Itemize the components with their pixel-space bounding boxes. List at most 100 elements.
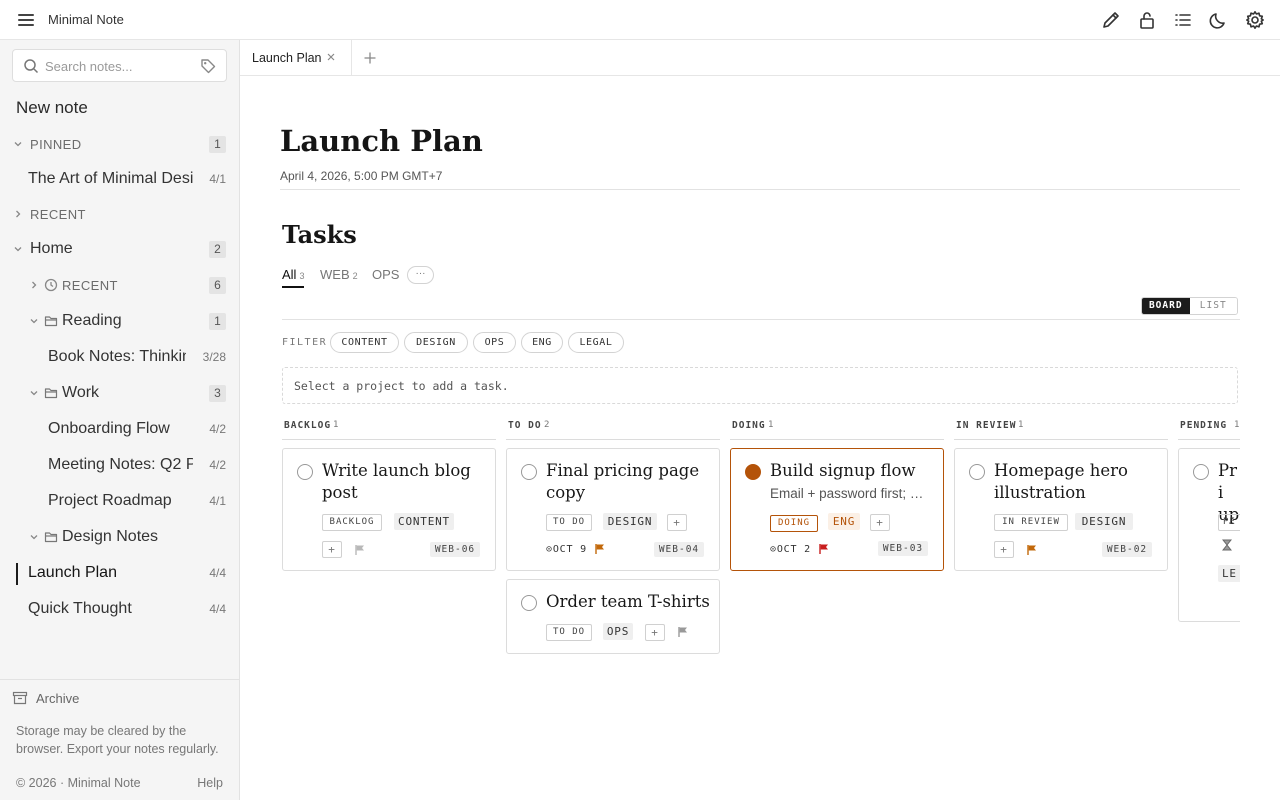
add-tag-button[interactable]: + [322,541,342,558]
status-badge[interactable]: TO DO [546,624,592,641]
task-checkbox[interactable] [297,464,313,480]
sidebar-note-project-roadmap[interactable]: Project Roadmap 4/1 [0,486,239,516]
project-tab-web[interactable]: WEB 2 [320,267,358,287]
status-badge[interactable]: BACKLOG [322,514,382,531]
column-count: 1 [1234,420,1240,430]
task-checkbox[interactable] [521,595,537,611]
sidebar-note-launch-plan[interactable]: Launch Plan 4/4 [0,558,239,588]
status-badge[interactable]: PE [1218,514,1240,531]
tab-count: 3 [299,271,305,281]
moon-icon[interactable] [1208,8,1230,32]
task-code: WEB-06 [430,542,480,557]
list-icon[interactable] [1172,8,1194,32]
flag-icon[interactable] [818,543,830,555]
task-card-build-signup-flow[interactable]: Build signup flow Email + password first… [730,448,944,571]
flag-icon[interactable] [677,626,689,638]
flag-icon[interactable] [1026,544,1038,556]
tab-launch-plan[interactable]: Launch Plan [240,40,352,76]
note-date: 4/4 [209,566,226,580]
folder-design-notes[interactable]: Design Notes [0,522,239,552]
gear-icon[interactable] [1244,8,1266,32]
tag-badge[interactable]: LE [1218,565,1240,582]
due-date[interactable]: ⊙OCT 2 [770,544,811,555]
add-tag-button[interactable]: + [645,624,665,641]
help-link[interactable]: Help [197,776,223,790]
list-view-button[interactable]: LIST [1189,298,1237,314]
column-count: 2 [544,420,550,430]
archive-label: Archive [36,691,80,706]
page-title[interactable]: Launch Plan [280,124,483,158]
folder-icon [44,388,58,399]
task-checkbox[interactable] [745,464,761,480]
sidebar-note-quick-thought[interactable]: Quick Thought 4/4 [0,594,239,624]
section-heading: Tasks [282,220,357,249]
filter-chip-content[interactable]: CONTENT [330,332,399,353]
flag-icon[interactable] [594,543,606,555]
tag-badge[interactable]: OPS [603,623,633,640]
filter-chip-legal[interactable]: LEGAL [568,332,624,353]
add-tag-button[interactable]: + [994,541,1014,558]
task-code: WEB-02 [1102,542,1152,557]
section-home-recent[interactable]: RECENT 6 [0,270,239,300]
task-card-order-team-t-shirts[interactable]: Order team T-shirts TO DO OPS + [506,579,720,654]
add-tag-button[interactable]: + [870,514,890,531]
divider [280,189,1240,190]
sidebar-note-art-of-minimal-design[interactable]: The Art of Minimal Design 4/1 [0,164,239,194]
task-title: Write launch blog post [322,461,471,502]
more-projects-button[interactable]: ··· [407,266,434,284]
search-icon [24,59,39,74]
board-view-button[interactable]: BOARD [1142,298,1190,314]
task-card-homepage-hero-illustration[interactable]: Homepage hero illustration IN REVIEW DES… [954,448,1168,571]
task-checkbox[interactable] [1193,464,1209,480]
chevron-down-icon [30,319,38,324]
add-task-hint[interactable]: Select a project to add a task. [282,367,1238,404]
status-badge[interactable]: IN REVIEW [994,514,1068,531]
pencil-icon[interactable] [1100,8,1122,32]
search-input[interactable] [45,56,195,76]
folder-home[interactable]: Home 2 [0,234,239,264]
add-tag-button[interactable]: + [667,514,687,531]
section-label: RECENT [62,277,118,293]
project-tab-all[interactable]: All 3 [282,267,305,288]
note-date: 4/4 [209,602,226,616]
filter-chip-ops[interactable]: OPS [473,332,516,353]
tab-label: WEB [320,267,350,282]
unlock-icon[interactable] [1136,8,1158,32]
section-pinned[interactable]: PINNED 1 [0,129,239,159]
status-badge[interactable]: TO DO [546,514,592,531]
plus-icon[interactable] [363,51,377,65]
tab-label: OPS [372,267,400,282]
toolbar [1100,8,1266,32]
column-header-backlog: BACKLOG 1 [282,416,496,440]
note-date: 3/28 [202,350,226,364]
task-card-write-launch-blog-post[interactable]: Write launch blog post BACKLOG CONTENT +… [282,448,496,571]
task-checkbox[interactable] [969,464,985,480]
sidebar-note-book-notes[interactable]: Book Notes: Thinking 3/28 [0,342,239,372]
close-icon[interactable] [326,52,336,62]
sidebar-note-meeting-notes[interactable]: Meeting Notes: Q2 Planning 4/2 [0,450,239,480]
task-title: Build signup flow [770,461,916,480]
page-date: April 4, 2026, 5:00 PM GMT+7 [280,169,443,183]
status-badge[interactable]: DOING [770,515,818,532]
new-note-button[interactable]: New note [16,98,88,118]
tag-badge[interactable]: DESIGN [1075,513,1133,530]
folder-reading[interactable]: Reading 1 [0,306,239,336]
section-recent[interactable]: RECENT [0,199,239,229]
due-date[interactable]: ⊙OCT 9 [546,544,587,555]
tag-icon[interactable] [200,58,216,74]
filter-chip-design[interactable]: DESIGN [404,332,468,353]
task-card-final-pricing-page-copy[interactable]: Final pricing page copy TO DO DESIGN + ⊙… [506,448,720,571]
task-checkbox[interactable] [521,464,537,480]
project-tab-ops[interactable]: OPS [372,267,399,287]
filter-chip-eng[interactable]: ENG [521,332,563,353]
tag-badge[interactable]: DESIGN [603,513,657,530]
menu-icon[interactable] [14,11,38,29]
folder-work[interactable]: Work 3 [0,378,239,408]
archive-button[interactable]: Archive [0,679,239,719]
tag-badge[interactable]: ENG [828,513,860,530]
task-card-pending[interactable]: Pri up PE LE [1178,448,1240,622]
tag-badge[interactable]: CONTENT [394,513,454,530]
flag-icon[interactable] [354,544,366,556]
filter-label: FILTER [282,337,328,348]
sidebar-note-onboarding-flow[interactable]: Onboarding Flow 4/2 [0,414,239,444]
